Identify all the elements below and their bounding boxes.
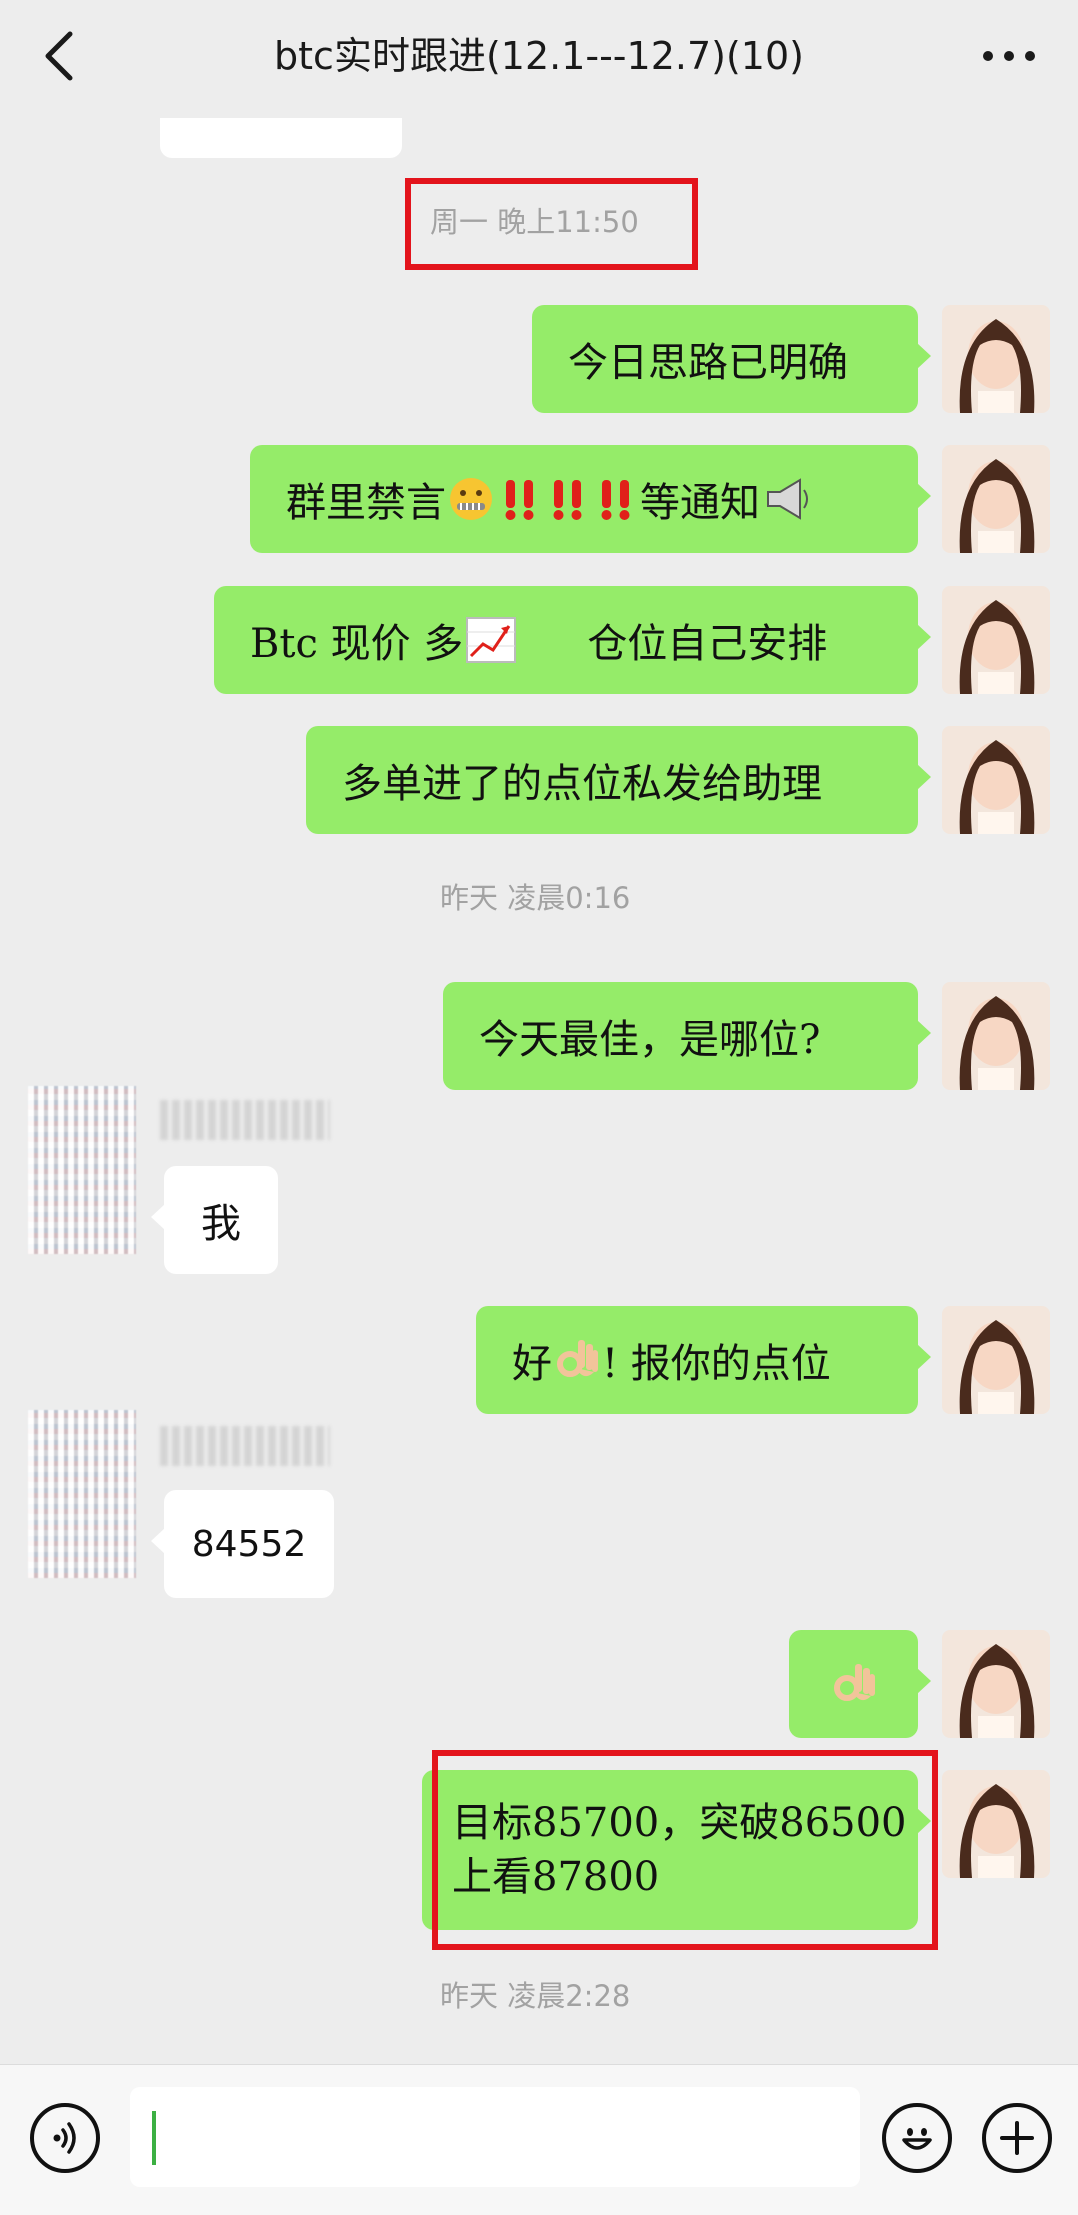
sender-avatar[interactable] [28, 1086, 136, 1254]
back-button[interactable] [36, 28, 84, 84]
chat-title: btc实时跟进(12.1---12.7)(10) [274, 34, 804, 78]
message-text: 多单进了的点位私发给助理 [342, 761, 822, 807]
outgoing-message[interactable]: 今日思路已明确 [532, 305, 931, 413]
outgoing-message[interactable]: 多单进了的点位私发给助理 [306, 726, 931, 834]
sender-name-obscured [160, 1426, 330, 1466]
my-avatar[interactable] [942, 726, 1050, 834]
text-caret [152, 2111, 156, 2165]
timestamp: 昨天 凌晨0:16 [440, 881, 631, 915]
outgoing-message[interactable]: 好 ! 报你的点位 [476, 1306, 931, 1414]
my-avatar[interactable] [942, 445, 1050, 553]
outgoing-message[interactable]: 今天最佳，是哪位? [443, 982, 931, 1090]
message-text: 群里禁言 [286, 480, 446, 526]
input-bar [0, 2064, 1078, 2215]
plus-icon [1000, 2121, 1034, 2155]
loudspeaker-emoji-icon [767, 478, 808, 520]
timestamp: 昨天 凌晨2:28 [440, 1979, 631, 2013]
my-avatar[interactable] [942, 1770, 1050, 1878]
message-text: ! 报你的点位 [602, 1341, 831, 1387]
voice-icon [53, 2122, 76, 2154]
message-text: 我 [201, 1201, 241, 1247]
sender-name-obscured [160, 1100, 330, 1140]
smiley-icon [902, 2128, 932, 2150]
message-text: 今日思路已明确 [568, 340, 848, 386]
more-options-button[interactable] [976, 36, 1042, 76]
outgoing-message[interactable] [789, 1630, 931, 1738]
message-text: 84552 [191, 1523, 307, 1565]
chevron-left-icon [45, 31, 73, 81]
message-text: 今天最佳，是哪位? [479, 1017, 821, 1063]
my-avatar[interactable] [942, 586, 1050, 694]
chat-header: btc实时跟进(12.1---12.7)(10) [0, 0, 1078, 118]
message-text: 仓位自己安排 [587, 621, 828, 667]
double-exclamation-icon [601, 480, 630, 520]
zipper-mouth-emoji-icon [450, 478, 492, 520]
incoming-message[interactable]: 84552 [151, 1490, 334, 1598]
more-dots-icon [983, 51, 1035, 61]
plus-button[interactable] [982, 2103, 1052, 2173]
my-avatar[interactable] [942, 1306, 1050, 1414]
previous-message-bubble [160, 118, 402, 158]
highlight-box [432, 1750, 938, 1950]
sender-avatar[interactable] [28, 1410, 136, 1578]
my-avatar[interactable] [942, 305, 1050, 413]
my-avatar[interactable] [942, 982, 1050, 1090]
double-exclamation-icon [505, 480, 534, 520]
message-input[interactable] [130, 2087, 860, 2187]
incoming-message[interactable]: 我 [151, 1166, 278, 1274]
outgoing-message[interactable]: Btc 现价 多 仓位自己安排 [214, 586, 931, 694]
message-text: Btc 现价 多 [250, 621, 464, 667]
message-text: 好 [512, 1341, 552, 1387]
my-avatar[interactable] [942, 1630, 1050, 1738]
voice-button[interactable] [30, 2103, 100, 2173]
ok-hand-emoji-icon [833, 1664, 875, 1701]
emoji-button[interactable] [882, 2103, 952, 2173]
message-text: 等通知 [640, 480, 760, 526]
ok-hand-emoji-icon [557, 1340, 598, 1377]
double-exclamation-icon [553, 480, 582, 520]
outgoing-message[interactable]: 群里禁言 等通知 [250, 445, 931, 553]
chart-increasing-emoji-icon [466, 617, 517, 663]
timestamp: 周一 晚上11:50 [430, 205, 639, 239]
